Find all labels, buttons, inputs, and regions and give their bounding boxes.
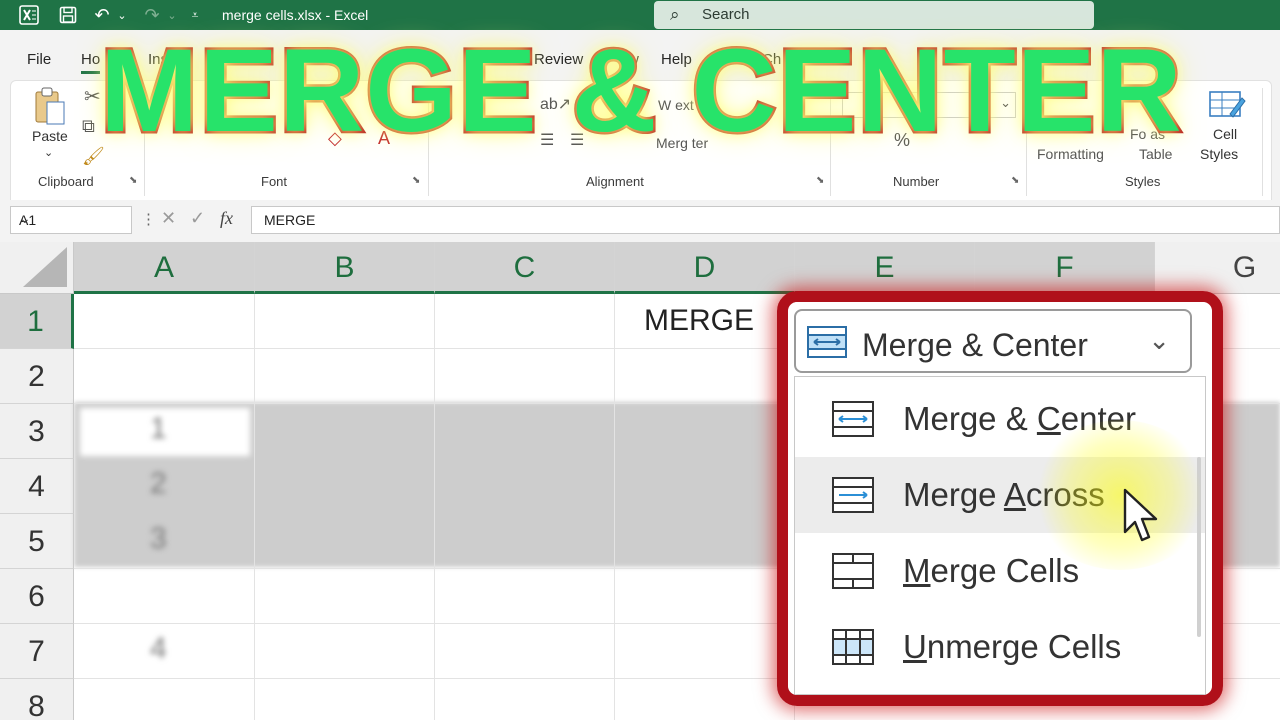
document-title: merge cells.xlsx - Excel [222,7,369,23]
name-box[interactable]: A1 ⌄ [10,206,132,234]
number-group-label: Number [893,174,940,189]
merge-center-icon [832,401,874,437]
cell-styles-icon[interactable] [1208,88,1246,122]
gridline [434,294,435,720]
merge-center-button-label: Merge & Center [862,327,1088,363]
column-header-c[interactable]: C [435,242,615,294]
save-icon[interactable] [56,3,80,27]
row-header-5[interactable]: 5 [0,514,74,569]
insert-function-icon[interactable]: fx [220,208,233,229]
paste-dropdown-icon: ⌄ [44,147,54,159]
paste-icon [35,87,65,125]
chevron-down-icon: ⌄ [19,210,31,226]
row-header-8[interactable]: 8 [0,679,74,720]
gridline [614,294,615,720]
formula-bar: A1 ⌄ ⋮ ✕ ✓ fx MERGE [0,200,1280,242]
ribbon-separator [1262,88,1263,196]
row-header-7[interactable]: 7 [0,624,74,679]
font-launcher-icon[interactable]: ⬊ [412,175,420,186]
cancel-icon[interactable]: ✕ [161,208,176,229]
select-all-corner[interactable] [0,242,74,294]
tab-file[interactable]: File [27,51,51,68]
column-header-a[interactable]: A [74,242,255,294]
row-header-4[interactable]: 4 [0,459,74,514]
cell-a3-value: 1 [150,412,167,445]
formula-value: MERGE [264,212,316,228]
cell-a4-value: 2 [150,467,167,500]
merge-cells-icon [832,553,874,589]
gridline [254,294,255,720]
clipboard-group-label: Clipboard [38,174,94,189]
menu-item-label: Unmerge Cells [903,628,1122,665]
row-header-2[interactable]: 2 [0,349,74,404]
cursor-highlight [1030,420,1210,570]
merge-center-split-button[interactable]: Merge & Center ⌄ [794,309,1192,373]
menu-item-unmerge-cells[interactable]: Unmerge Cells [795,609,1205,685]
menu-item-label: Merge Cells [903,552,1080,589]
merge-across-icon [832,477,874,513]
row-header-3[interactable]: 3 [0,404,74,459]
number-launcher-icon[interactable]: ⬊ [1011,175,1019,186]
font-group-label: Font [261,174,288,189]
redo-icon[interactable]: ↷ [140,3,164,27]
chevron-down-icon[interactable]: ⌄ [1148,325,1170,356]
cut-icon[interactable]: ✂ [84,84,101,109]
paste-label: Paste [32,128,68,144]
video-title-overlay: MERGE & CENTER [98,25,1185,157]
row-header-6[interactable]: 6 [0,569,74,624]
excel-logo-icon [16,3,42,27]
column-header-d[interactable]: D [615,242,795,294]
mouse-pointer-icon [1123,488,1158,542]
enter-icon[interactable]: ✓ [190,208,205,229]
unmerge-cells-icon [832,629,874,665]
excel-window: ↶ ⌄ ↷ ⌄ ⩡ merge cells.xlsx - Excel ⌕ Sea… [0,0,1280,720]
customize-toolbar-icon[interactable]: ⩡ [188,3,202,27]
undo-dropdown-icon[interactable]: ⌄ [116,3,128,27]
formula-input[interactable]: MERGE [251,206,1280,234]
search-placeholder: Search [702,6,750,23]
alignment-launcher-icon[interactable]: ⬊ [816,175,824,186]
cell-styles-label-2[interactable]: Styles [1200,146,1238,162]
undo-icon[interactable]: ↶ [90,3,114,27]
merge-center-icon [807,326,847,358]
cell-a7-value: 4 [150,632,167,665]
clipboard-launcher-icon[interactable]: ⬊ [129,175,137,186]
alignment-group-label: Alignment [586,174,644,189]
tab-home[interactable]: Ho [81,51,101,74]
styles-group-label: Styles [1125,174,1161,189]
row-header-1[interactable]: 1 [0,294,74,349]
column-header-g[interactable]: G [1155,242,1280,294]
cell-a5-value: 3 [150,522,167,555]
column-header-e[interactable]: E [795,242,975,294]
search-icon: ⌕ [670,5,680,24]
merged-cell-a1[interactable]: MERGE [644,304,754,338]
more-options-icon[interactable]: ⋮ [141,210,156,228]
cell-styles-label-1[interactable]: Cell [1213,126,1237,142]
column-header-b[interactable]: B [255,242,435,294]
column-header-f[interactable]: F [975,242,1155,294]
copy-icon[interactable]: ⧉ [82,116,95,137]
redo-dropdown-icon[interactable]: ⌄ [166,3,178,27]
